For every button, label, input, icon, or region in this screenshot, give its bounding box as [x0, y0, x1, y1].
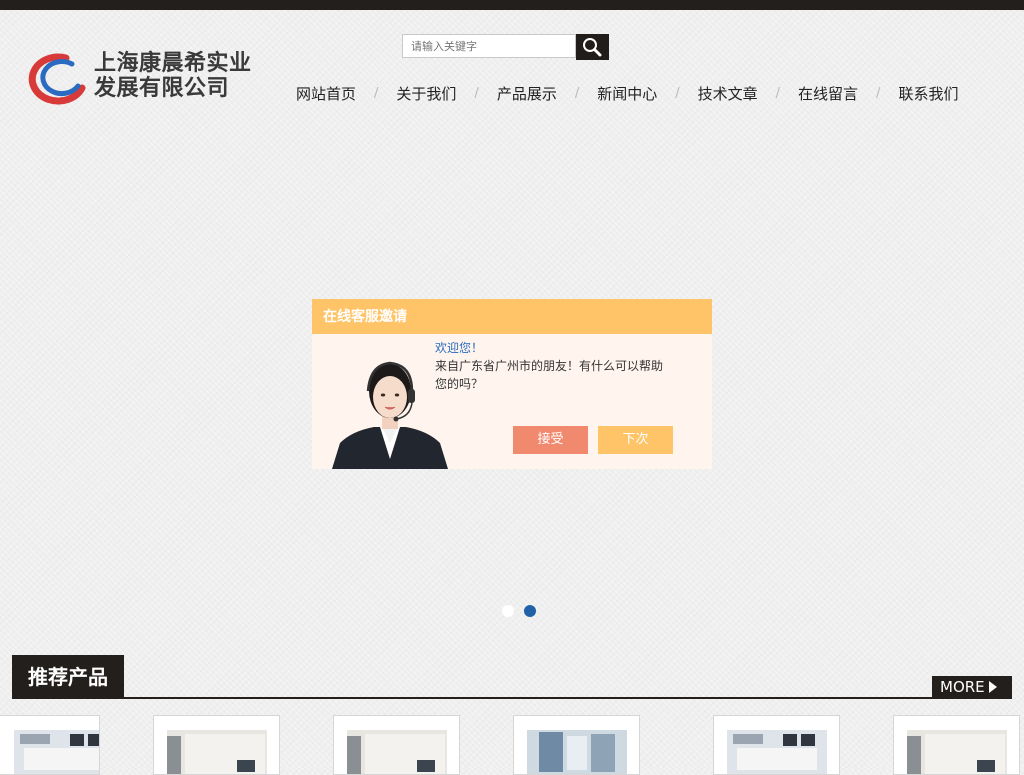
product-image	[527, 730, 627, 774]
nav-separator: /	[675, 85, 680, 101]
product-image	[907, 730, 1007, 774]
more-label: MORE	[940, 678, 985, 696]
company-name-line1: 上海康晨希实业	[94, 51, 252, 76]
support-agent-image	[332, 361, 448, 469]
top-bar	[0, 0, 1024, 10]
product-image	[14, 730, 99, 774]
recommended-title: 推荐产品	[12, 655, 124, 699]
chat-invite-popup: 在线客服邀请 欢迎您！ 来自广东省广州市的朋友！有什么可以帮助您的吗？ 接受 下…	[312, 299, 712, 469]
popup-greeting: 欢迎您！	[435, 341, 484, 355]
nav-item-news[interactable]: 新闻中心	[597, 83, 657, 104]
popup-message: 欢迎您！ 来自广东省广州市的朋友！有什么可以帮助您的吗？	[435, 339, 665, 393]
next-time-button[interactable]: 下次	[598, 426, 673, 454]
product-card[interactable]	[713, 715, 840, 775]
nav-item-articles[interactable]: 技术文章	[698, 83, 758, 104]
product-image	[167, 730, 267, 774]
product-card[interactable]	[333, 715, 460, 775]
company-logo[interactable]: 上海康晨希实业 发展有限公司	[22, 50, 272, 106]
search-bar	[402, 34, 609, 60]
nav-item-contact[interactable]: 联系我们	[898, 83, 958, 104]
nav-item-home[interactable]: 网站首页	[296, 83, 356, 104]
popup-title: 在线客服邀请	[312, 299, 712, 334]
nav-item-message[interactable]: 在线留言	[798, 83, 858, 104]
popup-text: 来自广东省广州市的朋友！有什么可以帮助您的吗？	[435, 359, 664, 391]
nav-separator: /	[574, 85, 580, 101]
product-card[interactable]	[153, 715, 280, 775]
search-button[interactable]	[576, 34, 609, 60]
triangle-right-icon	[988, 681, 997, 693]
product-card[interactable]	[893, 715, 1020, 775]
product-card[interactable]	[513, 715, 640, 775]
product-image	[727, 730, 827, 774]
slider-dots	[502, 605, 536, 617]
slider-dot-1[interactable]	[502, 605, 514, 617]
slider-dot-2[interactable]	[524, 605, 536, 617]
main-nav: 网站首页 / 关于我们 / 产品展示 / 新闻中心 / 技术文章 / 在线留言 …	[278, 80, 958, 106]
nav-separator: /	[775, 85, 781, 101]
nav-separator: /	[474, 85, 479, 101]
nav-separator: /	[876, 85, 881, 101]
product-image	[347, 730, 447, 774]
search-input[interactable]	[402, 34, 576, 58]
product-card[interactable]	[0, 715, 100, 775]
nav-item-products[interactable]: 产品展示	[497, 83, 557, 104]
company-name: 上海康晨希实业 发展有限公司	[94, 51, 252, 101]
more-button[interactable]: MORE	[932, 676, 1012, 699]
accept-button[interactable]: 接受	[513, 426, 588, 454]
section-divider	[12, 697, 1012, 699]
nav-separator: /	[374, 85, 379, 101]
nav-item-about[interactable]: 关于我们	[396, 83, 456, 104]
logo-icon	[28, 53, 86, 105]
company-name-line2: 发展有限公司	[94, 76, 230, 101]
search-icon	[583, 38, 602, 57]
